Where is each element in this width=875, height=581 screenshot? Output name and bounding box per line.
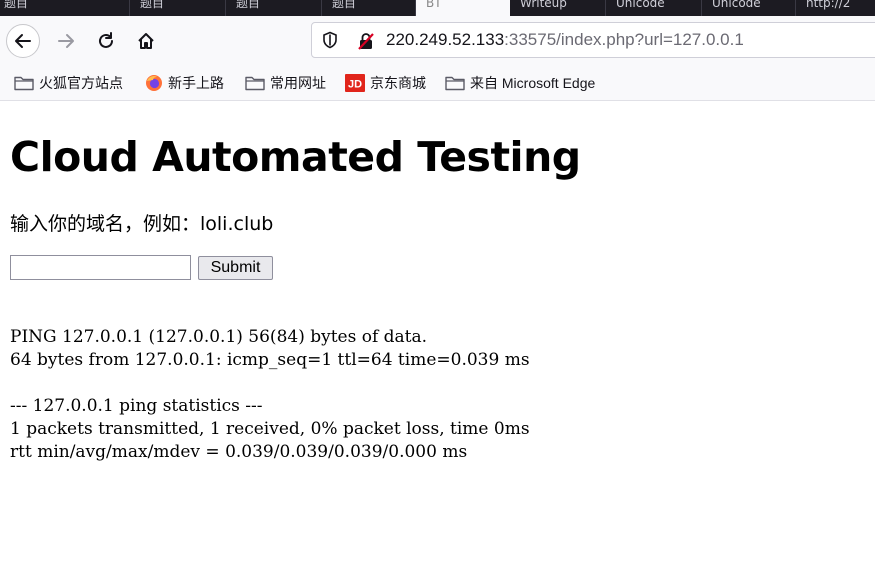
firefox-icon — [145, 74, 163, 92]
back-button[interactable] — [6, 24, 40, 58]
url-bar[interactable]: 220.249.52.133:33575/index.php?url=127.0… — [311, 22, 875, 58]
tab-label: 题目 — [4, 0, 29, 10]
navigation-toolbar: 220.249.52.133:33575/index.php?url=127.0… — [0, 16, 875, 66]
tab-3[interactable]: 题目 — [226, 0, 322, 16]
tab-1[interactable]: 题目 — [0, 0, 130, 16]
url-text[interactable]: 220.249.52.133:33575/index.php?url=127.0… — [386, 30, 744, 50]
jd-icon: JD — [345, 74, 365, 92]
tab-8[interactable]: Unicode — [702, 0, 796, 16]
home-button[interactable] — [129, 24, 163, 58]
domain-prompt: 输入你的域名，例如：loli.club — [10, 213, 274, 235]
tab-label: 题目 — [332, 0, 357, 10]
tab-label: Writeup — [520, 0, 567, 10]
domain-input[interactable] — [10, 255, 191, 280]
url-host: 220.249.52.133 — [386, 30, 505, 49]
tab-label: 题目 — [140, 0, 165, 10]
page-title: Cloud Automated Testing — [10, 133, 581, 181]
tab-label: Unicode — [712, 0, 761, 10]
bookmark-firefox-official[interactable]: 火狐官方站点 — [14, 73, 123, 93]
ping-output: PING 127.0.0.1 (127.0.0.1) 56(84) bytes … — [10, 327, 530, 462]
bookmark-from-edge[interactable]: 来自 Microsoft Edge — [445, 73, 595, 93]
tab-label: http://2 — [806, 0, 851, 10]
reload-button[interactable] — [89, 24, 123, 58]
url-path: :33575/index.php?url=127.0.0.1 — [504, 30, 744, 49]
bookmark-label: 新手上路 — [168, 75, 224, 91]
tab-label: BT — [426, 0, 442, 10]
bookmark-common-sites[interactable]: 常用网址 — [245, 73, 326, 93]
tab-active[interactable]: BT✕ — [416, 0, 510, 16]
folder-icon — [445, 75, 465, 91]
tab-label: 题目 — [236, 0, 261, 10]
forward-button[interactable] — [49, 24, 83, 58]
bookmark-label: 火狐官方站点 — [39, 75, 123, 91]
bookmark-label: 常用网址 — [270, 75, 326, 91]
bookmarks-bar: 火狐官方站点 新手上路 常用网址 JD 京东商城 来自 Microsoft Ed… — [0, 66, 875, 101]
tab-2[interactable]: 题目 — [130, 0, 226, 16]
tab-strip: 题目 题目 题目 题目 BT✕ Writeup Unicode Unicode … — [0, 0, 875, 16]
bookmark-jd-mall[interactable]: JD 京东商城 — [345, 73, 426, 93]
folder-icon — [245, 75, 265, 91]
arrow-left-icon — [15, 34, 31, 48]
bookmark-getting-started[interactable]: 新手上路 — [145, 73, 224, 93]
tab-4[interactable]: 题目 — [322, 0, 416, 16]
svg-text:JD: JD — [348, 79, 362, 91]
tab-label: Unicode — [616, 0, 665, 10]
tab-9[interactable]: http://2 — [796, 0, 875, 16]
folder-icon — [14, 75, 34, 91]
submit-button[interactable]: Submit — [198, 256, 273, 280]
arrow-right-icon — [58, 34, 74, 48]
home-icon — [138, 33, 154, 49]
bookmark-label: 来自 Microsoft Edge — [470, 75, 596, 91]
shield-icon[interactable] — [321, 31, 339, 53]
tab-7[interactable]: Unicode — [606, 0, 702, 16]
tab-6[interactable]: Writeup — [510, 0, 606, 16]
reload-icon — [99, 32, 113, 48]
insecure-connection-icon[interactable] — [356, 31, 376, 55]
bookmark-label: 京东商城 — [370, 75, 426, 91]
